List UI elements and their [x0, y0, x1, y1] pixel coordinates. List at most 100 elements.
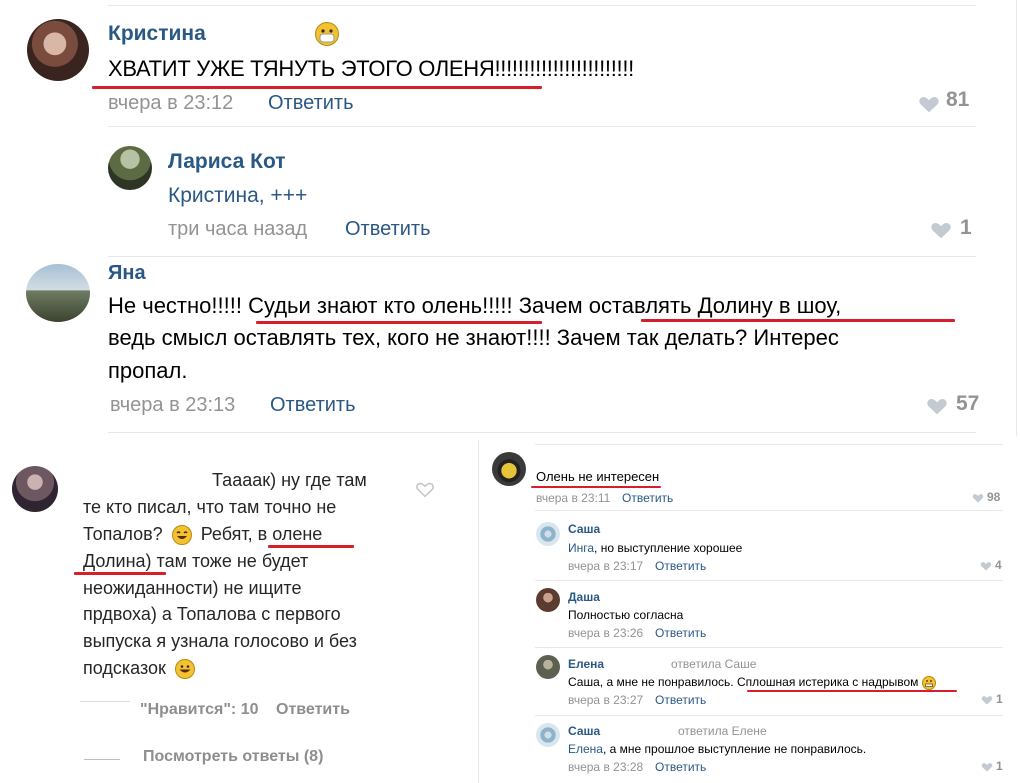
divider — [535, 647, 1003, 648]
face-with-mask-emoji-icon — [315, 22, 339, 46]
comment-text: Инга, но выступление хорошее — [568, 541, 742, 555]
comment-text-fragment: , а мне прошлое выступление не понравило… — [602, 742, 867, 756]
comment-text-line: те кто писал, что там точно не — [83, 497, 337, 517]
comment-text-fragment: подсказок — [83, 658, 166, 678]
reply-link[interactable]: Ответить — [655, 760, 706, 774]
comment-author[interactable]: Даша — [568, 590, 600, 604]
avatar[interactable] — [536, 522, 560, 546]
red-underline — [256, 321, 542, 324]
comment-text: Саша, а мне не понравилось. Сплошная ист… — [568, 675, 936, 690]
comment-text: ХВАТИТ УЖЕ ТЯНУТЬ ЭТОГО ОЛЕНЯ!!!!!!!!!!!… — [108, 56, 634, 81]
mentioned-name[interactable]: Елена — [568, 742, 603, 756]
comment-time[interactable]: вчера в 23:27 — [568, 693, 643, 707]
avatar[interactable] — [492, 452, 526, 486]
reply-link[interactable]: Ответить — [268, 92, 354, 115]
divider — [108, 256, 976, 257]
comment-time[interactable]: вчера в 23:12 — [108, 92, 233, 115]
comment-time[interactable]: вчера в 23:28 — [568, 760, 643, 774]
avatar[interactable] — [536, 655, 560, 679]
grinning-emoji-icon — [174, 659, 195, 680]
comment-text-line: пропал. — [108, 358, 188, 383]
comment-text-line: подсказок — [83, 658, 195, 680]
reply-link[interactable]: Ответить — [622, 491, 673, 505]
comment-time[interactable]: вчера в 23:11 — [536, 491, 610, 505]
avatar[interactable] — [26, 264, 90, 322]
like-count: 81 — [946, 88, 970, 111]
comment-text-line: Не честно!!!!! Судьи знают кто олень!!!!… — [108, 293, 842, 318]
comment-text-line: Таааак) ну где там — [212, 470, 367, 490]
reply-link[interactable]: Ответить — [270, 394, 356, 417]
like-count: 4 — [995, 558, 1002, 572]
comment-time[interactable]: вчера в 23:13 — [110, 394, 235, 417]
heart-icon — [931, 222, 951, 239]
comment-text-fragment: Долина) — [83, 551, 152, 571]
reply-link[interactable]: Ответить — [655, 559, 706, 573]
divider — [108, 5, 976, 6]
grimacing-emoji-icon — [921, 675, 936, 690]
replies-line — [84, 759, 120, 760]
reply-link[interactable]: Ответить — [276, 701, 350, 719]
like-count: 1 — [960, 216, 972, 239]
red-underline — [747, 690, 957, 692]
red-underline — [92, 86, 542, 89]
like-count: 1 — [996, 692, 1003, 706]
comment-author[interactable]: Лариса Кот — [168, 150, 286, 174]
comment-text-line: неожиданности) не ищите — [83, 578, 302, 598]
comment-text-fragment: Топалов? — [83, 524, 163, 544]
divider — [108, 432, 976, 433]
divider — [535, 580, 1003, 581]
comment-text-line: выпуска я узнала голосово и без — [83, 631, 357, 651]
comment-time[interactable]: вчера в 23:17 — [568, 559, 643, 573]
comment-text-fragment: там тоже не будет — [156, 551, 309, 571]
comment-time[interactable]: три часа назад — [168, 218, 307, 241]
comment-author[interactable]: Яна — [108, 262, 146, 285]
comment-text: Кристина, +++ — [168, 184, 308, 207]
grinning-sweat-emoji-icon — [171, 525, 192, 546]
comment-text-line: прдвоха) а Топалова с первого — [83, 604, 341, 624]
mentioned-name[interactable]: Инга — [568, 541, 594, 555]
divider — [80, 701, 130, 702]
replied-to[interactable]: ответила Елене — [678, 724, 767, 738]
comment-text-line: Топалов? Ребят, в олене — [83, 524, 323, 546]
replied-to[interactable]: ответила Саше — [671, 657, 756, 671]
heart-icon — [919, 96, 939, 113]
divider — [535, 715, 1003, 716]
comment-text-line: ведь смысл оставлять тех, кого не знают!… — [108, 325, 839, 350]
comment-author[interactable]: Елена — [568, 657, 604, 671]
divider — [535, 510, 1003, 511]
comment-author[interactable]: Саша — [568, 724, 600, 738]
avatar[interactable] — [536, 588, 560, 612]
avatar[interactable] — [12, 466, 58, 512]
comment-text: Елена, а мне прошлое выступление не понр… — [568, 742, 866, 756]
left-comment-panel: Таааак) ну где там те кто писал, что там… — [0, 438, 476, 783]
heart-outline-icon[interactable] — [415, 480, 435, 498]
like-count: 57 — [956, 392, 980, 415]
comment-text: Полностью согласна — [568, 608, 684, 622]
comment-text-fragment: в олене — [257, 524, 323, 544]
reply-link[interactable]: Ответить — [655, 626, 706, 640]
reply-link[interactable]: Ответить — [345, 218, 431, 241]
red-underline — [531, 486, 661, 488]
panel-edge — [1016, 0, 1017, 436]
avatar[interactable] — [108, 146, 152, 190]
comment-time[interactable]: вчера в 23:26 — [568, 626, 643, 640]
comment-author[interactable]: Кристина — [108, 22, 206, 46]
heart-icon — [980, 562, 992, 571]
divider — [535, 444, 1003, 445]
heart-icon — [927, 398, 947, 415]
avatar[interactable] — [536, 723, 560, 747]
likes-count[interactable]: "Нравится": 10 — [140, 701, 259, 719]
right-comments-panel: Олень не интересен вчера в 23:11 Ответит… — [478, 440, 1020, 783]
divider — [108, 126, 976, 127]
reply-link[interactable]: Ответить — [655, 693, 706, 707]
comment-author[interactable]: Саша — [568, 522, 600, 536]
comment-text-fragment: Сплошная истерика с надрывом — [736, 675, 919, 689]
heart-icon — [981, 763, 993, 772]
red-underline — [268, 545, 354, 548]
like-count: 1 — [996, 759, 1003, 773]
avatar[interactable] — [27, 19, 89, 81]
view-replies-link[interactable]: Посмотреть ответы (8) — [143, 748, 323, 766]
heart-icon — [981, 696, 993, 705]
panel-divider — [478, 440, 479, 783]
comment-text: Олень не интересен — [536, 469, 660, 484]
